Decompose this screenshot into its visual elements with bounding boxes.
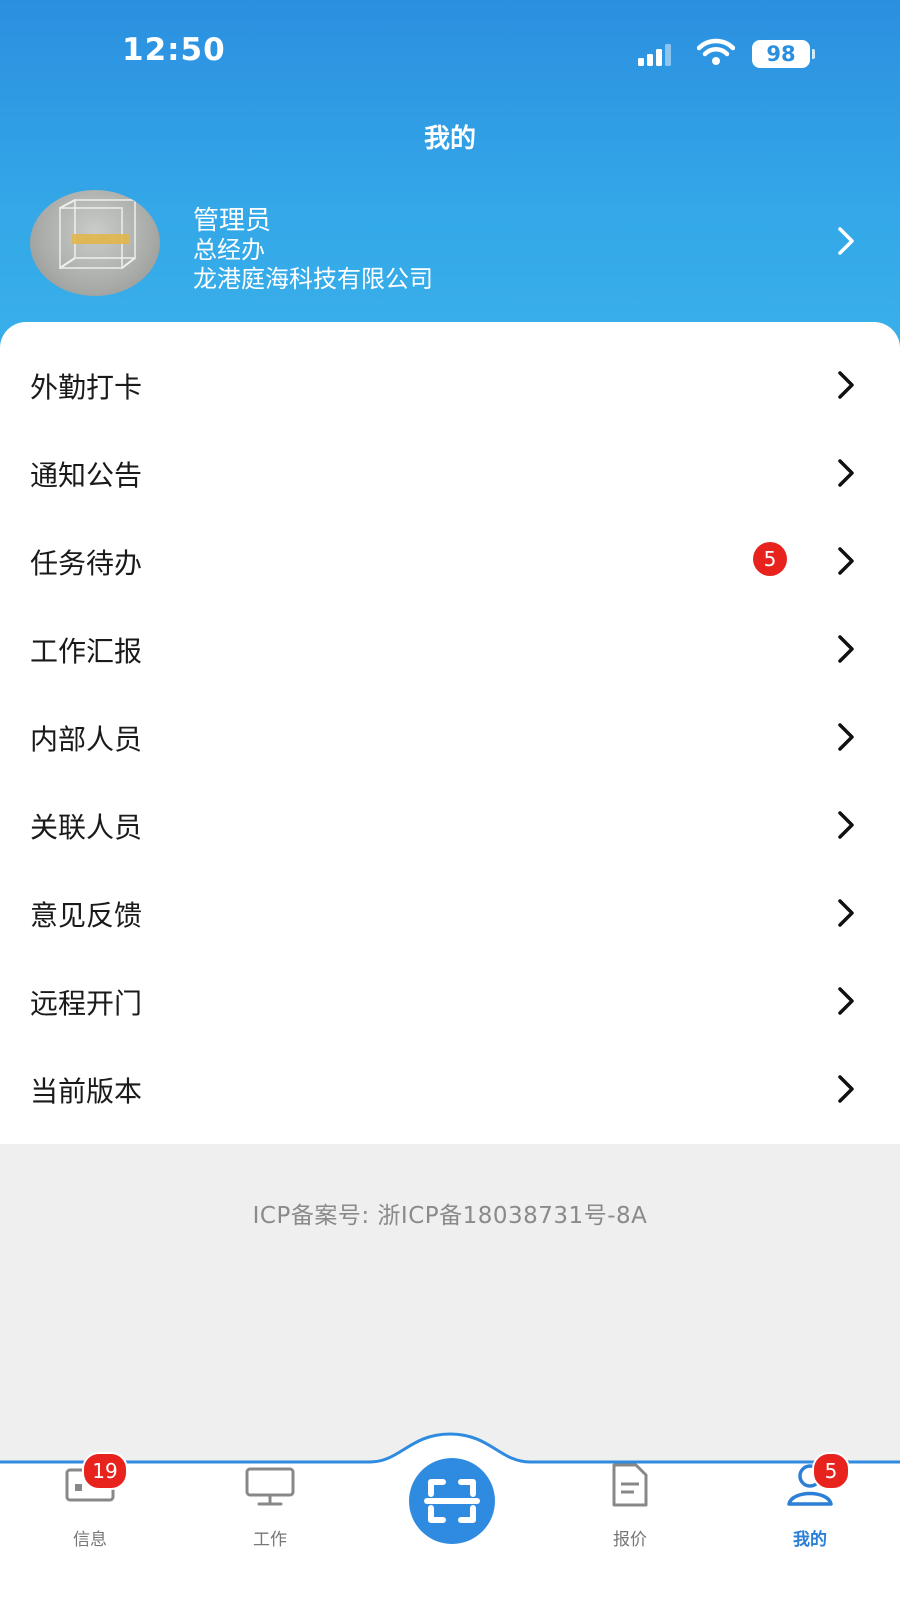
menu-item-label: 外勤打卡 [30,371,143,404]
chevron-right-icon [838,371,854,399]
menu-item-label: 内部人员 [30,723,143,756]
page-title: 我的 [423,124,476,154]
menu-card: 外勤打卡 通知公告 任务待办 5 工作汇报 内部人员 关联人员 意见反馈 远程开… [0,322,900,1144]
avatar [30,190,160,296]
tab-mine[interactable]: 我的 5 [750,1452,870,1560]
menu-item-label: 通知公告 [30,459,143,492]
chevron-right-icon [838,987,854,1015]
tab-label: 信息 [73,1530,107,1550]
chevron-right-icon [838,635,854,663]
menu-item-tasks[interactable]: 任务待办 5 [0,518,900,606]
tab-label: 报价 [613,1530,647,1550]
tab-label: 工作 [253,1530,287,1550]
tasks-count-badge: 5 [753,542,787,576]
chevron-right-icon [838,227,854,255]
profile-company: 龙港庭海科技有限公司 [193,265,433,293]
chevron-right-icon [838,1075,854,1103]
menu-item-label: 当前版本 [30,1075,143,1108]
chevron-right-icon [838,723,854,751]
chevron-right-icon [838,811,854,839]
battery-tip [812,49,815,59]
chevron-right-icon [838,899,854,927]
mine-count-badge: 5 [812,1452,850,1490]
menu-item-feedback[interactable]: 意见反馈 [0,870,900,958]
menu-item-label: 关联人员 [30,811,143,844]
status-time: 12:50 [122,32,226,68]
wifi-icon [697,38,735,65]
status-bar: 12:50 98 [0,0,900,100]
messages-count-badge: 19 [82,1452,128,1490]
profile-card[interactable]: 管理员 总经办 龙港庭海科技有限公司 [0,188,900,300]
header-background: 12:50 98 我的 管理员 总经办 龙港庭海科技有限公司 [0,0,900,360]
chevron-right-icon [838,547,854,575]
chevron-right-icon [838,459,854,487]
avatar-image [59,199,136,269]
menu-item-label: 任务待办 [30,547,143,580]
menu-item-version[interactable]: 当前版本 [0,1046,900,1134]
document-icon [612,1463,648,1507]
menu-item-notices[interactable]: 通知公告 [0,430,900,518]
menu-item-remote-door[interactable]: 远程开门 [0,958,900,1046]
menu-item-label: 意见反馈 [30,899,143,932]
tab-quote[interactable]: 报价 [570,1460,690,1560]
menu-item-internal-staff[interactable]: 内部人员 [0,694,900,782]
tab-work[interactable]: 工作 [210,1460,330,1560]
tab-messages[interactable]: 信息 19 [30,1452,150,1560]
menu-item-related-people[interactable]: 关联人员 [0,782,900,870]
menu-item-field-checkin[interactable]: 外勤打卡 [0,342,900,430]
icp-record-text: ICP备案号: 浙ICP备18038731号-8A [252,1203,648,1229]
cellular-signal-icon [638,44,671,66]
menu-item-work-report[interactable]: 工作汇报 [0,606,900,694]
tab-label: 我的 [793,1530,827,1550]
battery-icon: 98 [752,40,810,68]
monitor-icon [245,1467,295,1506]
menu-item-label: 远程开门 [30,987,143,1020]
menu-item-label: 工作汇报 [30,635,143,668]
scan-icon [424,1479,480,1523]
scan-button[interactable] [409,1458,495,1544]
